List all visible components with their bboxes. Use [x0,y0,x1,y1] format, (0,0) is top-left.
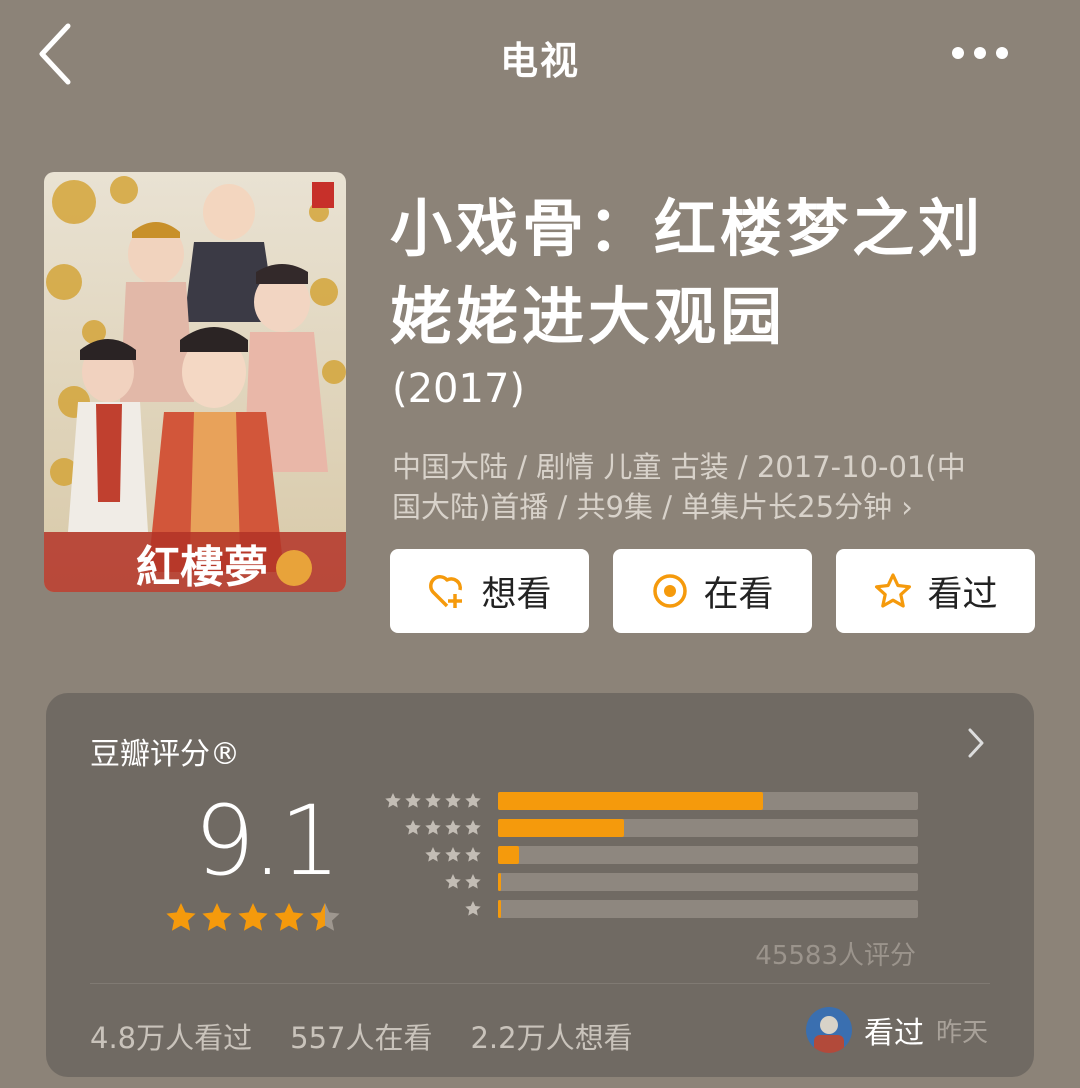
watching-button[interactable]: 在看 [613,549,812,633]
small-star-icon [465,874,481,889]
top-nav-bar: 电视 [0,0,1080,110]
movie-title: 小戏骨：红楼梦之刘姥姥进大观园 [390,192,985,353]
heart-plus-icon [429,575,463,608]
bar-stars-icon [425,847,481,862]
bar-track [498,819,918,837]
star-full-icon [166,903,196,931]
rating-detail-button[interactable] [966,727,986,763]
small-star-icon [425,793,441,808]
bar-stars-icon [405,820,481,835]
bar-track [498,900,918,918]
small-star-icon [405,793,421,808]
bar-track [498,873,918,891]
rating-bar-row [380,872,920,892]
small-star-icon [445,847,461,862]
movie-meta[interactable]: 中国大陆 / 剧情 儿童 古装 / 2017-10-01(中 国大陆)首播 / … [392,447,1052,527]
more-dot-icon [996,47,1008,59]
movie-year: (2017) [392,366,526,412]
more-menu-button[interactable] [952,38,1022,68]
target-icon [653,574,688,608]
bar-fill [498,900,501,918]
rating-bar-row [380,899,920,919]
divider [90,983,990,984]
want-count: 2.2万人想看 [470,1021,633,1055]
friend-time: 昨天 [935,1017,988,1048]
watching-label: 在看 [703,574,774,615]
score-stars [166,903,340,931]
watch-stats: 4.8万人看过 557人在看 2.2万人想看 [90,1015,633,1057]
star-outline-icon [875,573,912,608]
bar-stars-icon [465,901,481,916]
watched-label: 看过 [927,574,998,615]
small-star-icon [425,847,441,862]
meta-line-2: 国大陆)首播 / 共9集 / 单集片长25分钟 › [392,490,913,524]
small-star-icon [465,847,481,862]
friend-status: 看过 [863,1016,924,1051]
action-buttons: 想看 在看 看过 [390,549,1035,633]
meta-line-1: 中国大陆 / 剧情 儿童 古装 / 2017-10-01(中 [392,450,966,484]
watched-button[interactable]: 看过 [836,549,1035,633]
small-star-icon [405,820,421,835]
small-star-icon [465,793,481,808]
bar-stars-icon [385,793,481,808]
small-star-icon [445,874,461,889]
avatar [805,1007,852,1053]
star-half-icon [310,903,340,931]
small-star-icon [465,901,481,916]
douban-rating-card[interactable]: 豆瓣评分® 9.1 45583人评分 4.8万人看过 557人在看 2.2万人想… [46,693,1034,1077]
want-to-watch-button[interactable]: 想看 [390,549,589,633]
small-star-icon [465,820,481,835]
friend-activity[interactable]: 看过 昨天 [805,1007,988,1053]
star-full-icon [274,903,304,931]
more-dot-icon [974,47,986,59]
rating-bar-row [380,818,920,838]
bar-fill [498,792,763,810]
avatar-image [805,1007,852,1053]
bar-fill [498,846,519,864]
bar-fill [498,873,501,891]
poster-image[interactable]: 紅樓夢 [44,172,346,592]
watching-count: 557人在看 [290,1021,433,1055]
poster-artwork: 紅樓夢 [44,172,346,592]
small-star-icon [445,820,461,835]
bar-fill [498,819,624,837]
small-star-icon [425,820,441,835]
star-full-icon [238,903,268,931]
small-star-icon [385,793,401,808]
star-full-icon [202,903,232,931]
rating-bar-row [380,845,920,865]
page-title: 电视 [499,39,580,83]
small-star-icon [445,793,461,808]
rating-header: 豆瓣评分® [90,737,240,772]
svg-text:紅樓夢: 紅樓夢 [136,542,268,592]
more-dot-icon [952,47,964,59]
bar-stars-icon [445,874,481,889]
rating-score: 9.1 [194,785,341,897]
want-label: 想看 [481,574,552,615]
rating-bar-row [380,791,920,811]
bar-track [498,792,918,810]
bar-track [498,846,918,864]
rating-count: 45583人评分 [755,941,916,971]
watched-count: 4.8万人看过 [90,1021,253,1055]
chevron-right-icon [968,728,984,758]
